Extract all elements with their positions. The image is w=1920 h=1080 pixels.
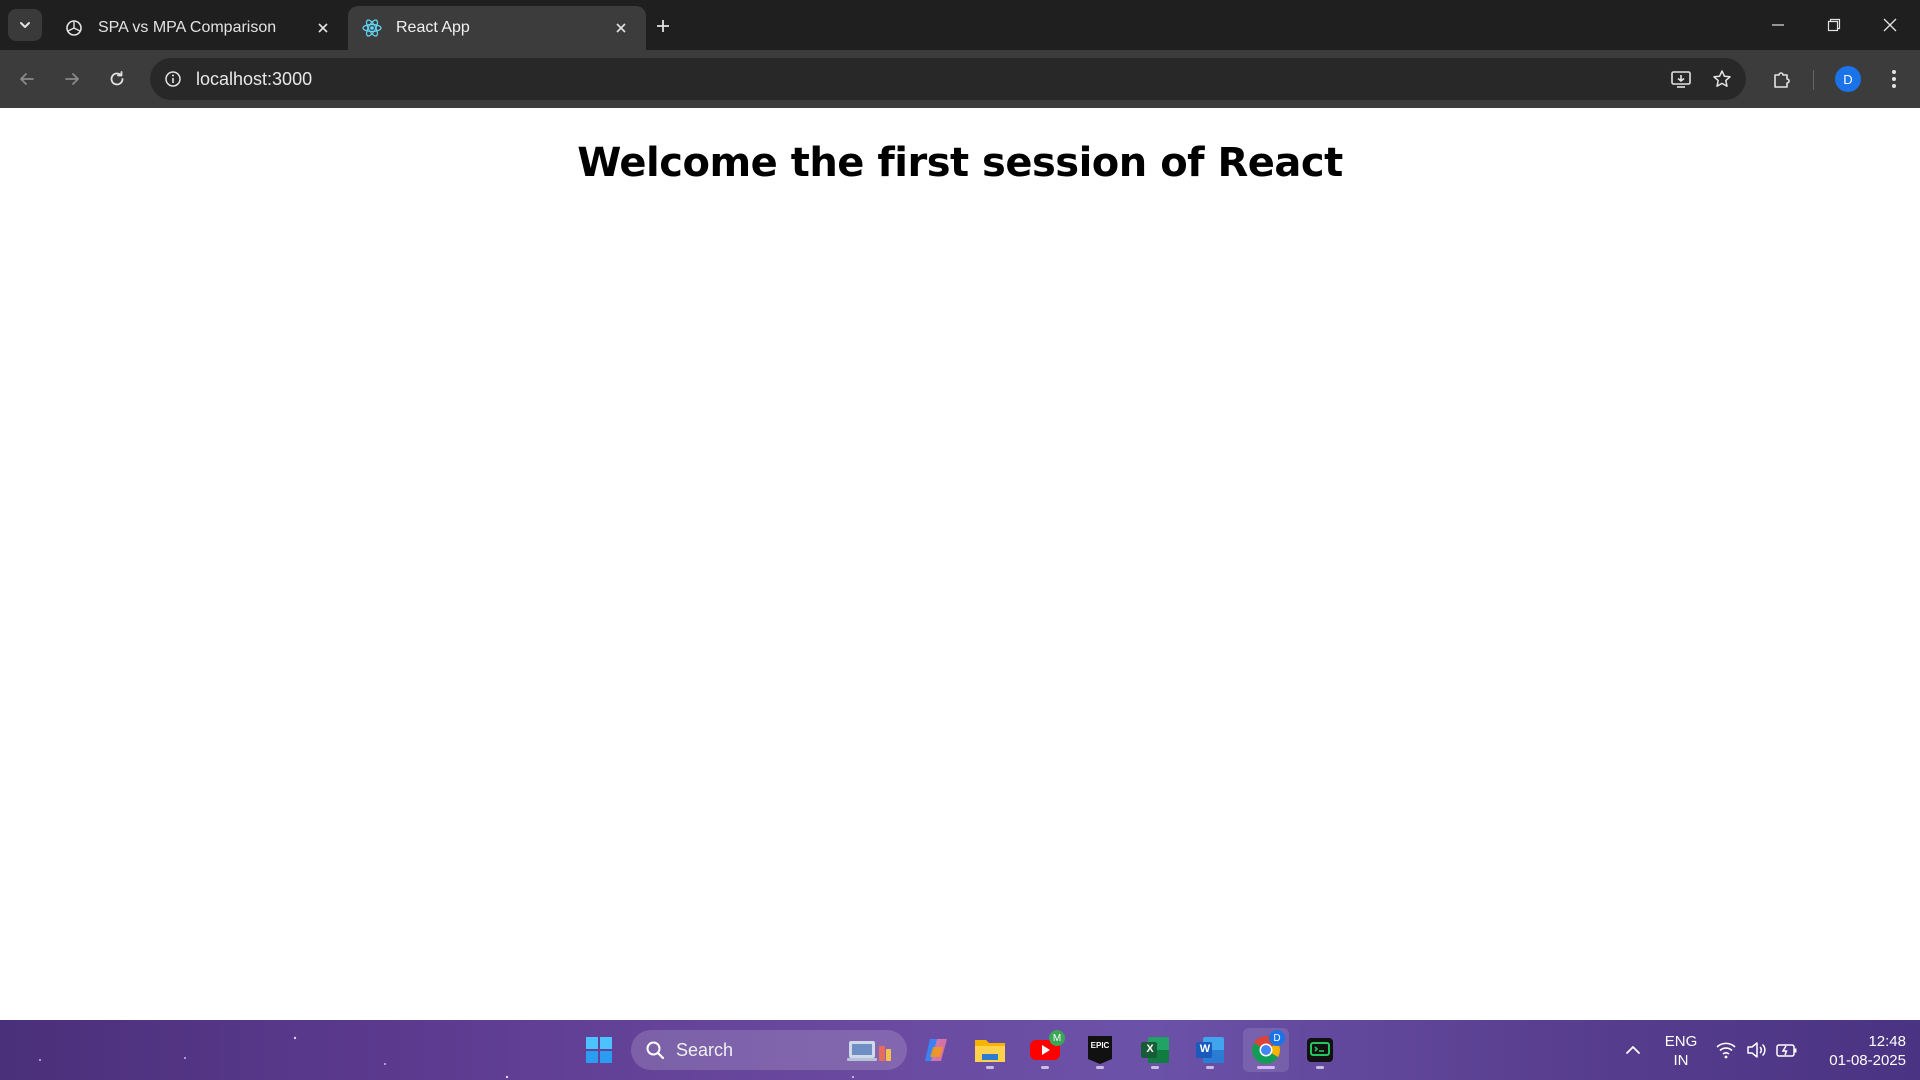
- taskbar-search[interactable]: Search: [631, 1030, 907, 1070]
- profile-badge: D: [1269, 1030, 1285, 1046]
- url-text: localhost:3000: [196, 69, 313, 89]
- windows-start-icon: [586, 1037, 612, 1063]
- profile-avatar[interactable]: D: [1835, 66, 1861, 92]
- copilot-icon: [925, 1039, 947, 1061]
- wifi-status[interactable]: [1714, 1020, 1738, 1080]
- restore-button[interactable]: [1806, 0, 1862, 50]
- taskbar-app-word[interactable]: W: [1188, 1028, 1232, 1072]
- excel-letter: X: [1146, 1043, 1154, 1055]
- minimize-button[interactable]: [1750, 0, 1806, 50]
- arrow-left-icon: [20, 73, 34, 85]
- arrow-right-icon: [65, 73, 79, 85]
- close-icon: [1883, 18, 1897, 32]
- tab-spa-vs-mpa[interactable]: SPA vs MPA Comparison: [50, 6, 348, 50]
- plus-icon: [657, 20, 669, 32]
- epic-games-icon: [1088, 1036, 1112, 1064]
- start-button[interactable]: [577, 1028, 621, 1072]
- taskbar-app-youtube[interactable]: M: [1023, 1028, 1067, 1072]
- running-indicator: [1206, 1066, 1214, 1069]
- battery-status[interactable]: [1774, 1020, 1800, 1080]
- language-indicator[interactable]: ENG IN: [1660, 1032, 1702, 1070]
- active-indicator: [1257, 1066, 1275, 1069]
- region-code: IN: [1673, 1052, 1689, 1069]
- browser-menu-button[interactable]: [1878, 63, 1910, 95]
- forward-button[interactable]: [54, 61, 90, 97]
- system-clock[interactable]: 12:48 01-08-2025: [1810, 1032, 1906, 1070]
- close-tab-icon[interactable]: [312, 17, 334, 39]
- puzzle-icon: [1774, 72, 1790, 88]
- address-bar[interactable]: localhost:3000: [150, 58, 1746, 100]
- tab-title: React App: [396, 19, 470, 36]
- close-window-button[interactable]: [1862, 0, 1918, 50]
- running-indicator: [1151, 1066, 1159, 1069]
- tab-react-app[interactable]: React App: [348, 6, 646, 50]
- epic-games-label: EPIC: [1090, 1041, 1110, 1050]
- taskbar-app-epic-games[interactable]: EPIC: [1078, 1028, 1122, 1072]
- clock-time: 12:48: [1868, 1033, 1906, 1050]
- search-highlight-icon: [847, 1041, 891, 1061]
- word-letter: W: [1199, 1043, 1211, 1055]
- taskbar-app-chrome[interactable]: D: [1243, 1028, 1289, 1072]
- reload-button[interactable]: [99, 61, 135, 97]
- chevron-down-icon: [20, 22, 30, 28]
- running-indicator: [1096, 1066, 1104, 1069]
- new-tab-button[interactable]: [648, 11, 678, 41]
- browser-toolbar: localhost:3000: [0, 50, 1920, 108]
- install-app-icon[interactable]: [1668, 66, 1694, 92]
- site-info-icon[interactable]: [160, 66, 186, 92]
- restore-icon: [1827, 18, 1841, 32]
- speaker-icon: [1747, 1042, 1766, 1058]
- back-button[interactable]: [9, 61, 45, 97]
- page-content: Welcome the first session of React: [0, 108, 1920, 1020]
- toolbar-divider: [1813, 70, 1814, 90]
- taskbar-app-copilot[interactable]: [914, 1028, 958, 1072]
- minimize-icon: [1772, 24, 1784, 26]
- show-hidden-icons-button[interactable]: [1618, 1020, 1648, 1080]
- page-heading: Welcome the first session of React: [577, 140, 1343, 186]
- running-indicator: [1041, 1066, 1049, 1069]
- clock-date: 01-08-2025: [1829, 1052, 1906, 1069]
- running-indicator: [1316, 1066, 1324, 1069]
- profile-badge: M: [1049, 1030, 1065, 1046]
- taskbar-app-excel[interactable]: X: [1133, 1028, 1177, 1072]
- browser-tab-strip: SPA vs MPA Comparison React App: [0, 0, 1920, 50]
- running-indicator: [986, 1066, 994, 1069]
- react-icon: [362, 18, 382, 38]
- terminal-icon: [1307, 1038, 1333, 1062]
- extensions-button[interactable]: [1766, 63, 1798, 95]
- chatgpt-icon: [64, 18, 84, 38]
- tab-title: SPA vs MPA Comparison: [98, 19, 277, 36]
- battery-charging-icon: [1776, 1044, 1797, 1057]
- close-tab-icon[interactable]: [610, 17, 632, 39]
- volume-status[interactable]: [1744, 1020, 1768, 1080]
- file-explorer-icon: [975, 1040, 1005, 1062]
- taskbar-app-file-explorer[interactable]: [968, 1028, 1012, 1072]
- wifi-icon: [1716, 1042, 1736, 1059]
- bookmark-star-icon[interactable]: [1709, 66, 1735, 92]
- search-label: Search: [676, 1040, 734, 1060]
- taskbar-app-terminal[interactable]: [1298, 1028, 1342, 1072]
- reload-icon: [110, 71, 124, 86]
- windows-taskbar: Search M EPIC X W D ENG IN 12:48 01-08-2…: [0, 1020, 1920, 1080]
- search-icon: [646, 1041, 665, 1060]
- chevron-up-icon: [1626, 1046, 1640, 1054]
- tab-search-button[interactable]: [8, 9, 42, 41]
- more-vertical-icon: [1892, 70, 1896, 88]
- language-code: ENG: [1664, 1033, 1698, 1050]
